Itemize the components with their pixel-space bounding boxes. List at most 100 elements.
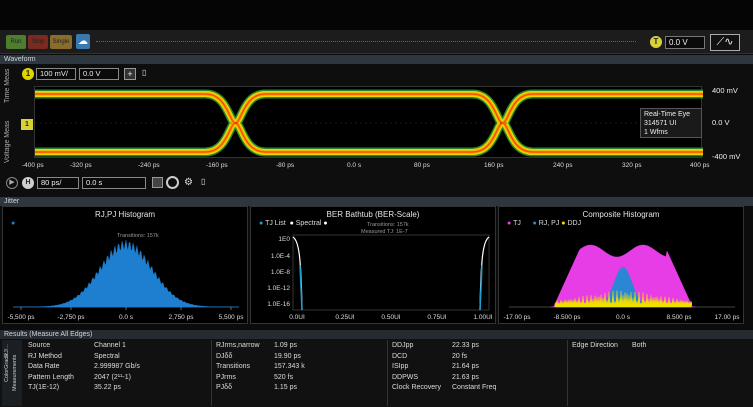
waveform-x-axis: -400 ps -320 ps -240 ps -160 ps -80 ps 0… [0, 162, 753, 172]
tab-time-meas[interactable]: Time Meas [4, 66, 18, 106]
results-row: Source Channel 1 [24, 342, 211, 353]
channel-ref-marker[interactable]: 1 [21, 119, 33, 130]
results-column: Source Channel 1 RJ Method Spectral Data Rat… [24, 340, 212, 406]
results-row: DCD 20 fs [388, 353, 567, 364]
eye-info-line: 1 Wfms [644, 129, 668, 136]
x-tick: -80 ps [276, 162, 295, 169]
results-row: DDPWS 21.63 ps [388, 374, 567, 385]
x-tick: 240 ps [553, 162, 573, 169]
trigger-level-input[interactable]: 0.0 V [665, 36, 705, 49]
results-key: RJrms,narrow [216, 342, 260, 349]
trigger-edge-icon[interactable]: ⟋∿ [710, 34, 740, 51]
results-value: 157.343 k [274, 363, 305, 370]
play-icon[interactable]: ▶ [6, 177, 18, 189]
results-key: RJ Method [28, 352, 62, 360]
results-value: 19.90 ps [274, 352, 301, 360]
results-table: Source Channel 1 RJ Method Spectral Data Rat… [24, 340, 750, 406]
vertical-scale-input[interactable]: 100 mV/ [36, 68, 76, 80]
stop-button[interactable]: Stop [28, 35, 48, 49]
y-tick-label: 1E0 [278, 236, 290, 243]
results-key: Pattern Length [28, 373, 74, 381]
rjpj-histogram-panel: RJ,PJ Histogram ● Transitions: 157k -5,5… [2, 206, 248, 324]
x-tick-label: 0.50UI [381, 314, 400, 321]
results-key: DDJpp [392, 342, 414, 349]
eye-info-line: Real-Time Eye [644, 111, 691, 118]
results-row: PJrms 520 fs [212, 374, 387, 385]
results-key: Source [28, 342, 51, 349]
stop-square-icon[interactable] [152, 177, 163, 188]
horizontal-scale-input[interactable]: 80 ps/ [37, 177, 79, 189]
eye-info-line: 314571 UI [644, 120, 677, 127]
results-value: 22.33 ps [452, 342, 479, 349]
results-row: DDJpp 22.33 ps [388, 342, 567, 353]
ber-bathtub-plot: 1E0 1.0E-4 1.0E-8 1.0E-12 1.0E-16 0.0UI 0.25UI… [267, 234, 493, 321]
y-tick-label: 1.0E-4 [271, 253, 291, 260]
x-tick: 320 ps [622, 162, 642, 169]
results-row: DJδδ 19.90 ps [212, 353, 387, 364]
results-row: Edge Direction Both [568, 342, 748, 353]
gear-icon[interactable]: ⚙ [184, 177, 196, 189]
add-button[interactable]: + [124, 68, 136, 80]
composite-histogram-plot: -17.00 ps -8.500 ps 0.0 s 8.500 ps 17.00 ps [503, 244, 741, 321]
tab-colorgrade[interactable]: ColorGrade [4, 354, 10, 382]
tab-measurements[interactable]: Measurements [12, 342, 18, 404]
results-key: DDPWS [392, 373, 419, 381]
copy-icon[interactable]: ▯ [142, 68, 152, 80]
results-value: 2.999987 Gb/s [94, 363, 140, 370]
trigger-icon[interactable]: T [650, 36, 662, 48]
bathtub-right-tj [479, 264, 483, 311]
bathtub-left-tj [299, 264, 303, 311]
acquisition-toolbar: Run Stop Single ☁ T 0.0 V ⟋∿ [0, 30, 753, 54]
results-key: TJ(1E-12) [28, 384, 60, 391]
vertical-offset-input[interactable]: 0.0 V [79, 68, 119, 80]
results-row: Clock Recovery Constant Freq [388, 384, 567, 395]
single-button[interactable]: Single [50, 35, 72, 49]
jitter-panel-header: Jitter [0, 197, 753, 206]
x-tick-label: 0.0 s [119, 314, 134, 321]
copy-icon[interactable]: ▯ [201, 177, 211, 189]
y-label-top: 400 mV [712, 86, 738, 95]
x-tick-label: 2,750 ps [169, 314, 195, 321]
x-tick: 80 ps [414, 162, 430, 169]
results-column: RJrms,narrow 1.09 ps DJδδ 19.90 ps Transitio… [212, 340, 388, 406]
results-row: RJ Method Spectral [24, 353, 211, 364]
rjpj-histogram-area [12, 240, 240, 308]
results-value: Channel 1 [94, 342, 126, 349]
horizontal-icon[interactable]: H [22, 177, 34, 189]
x-tick: 0.0 s [347, 162, 362, 169]
results-value: 1.15 ps [274, 384, 297, 391]
knob-icon[interactable] [166, 176, 179, 189]
results-key: Transitions [216, 363, 250, 370]
rjpj-histogram-plot: -5,500 ps -2,750 ps 0.0 s 2,750 ps 5,500 ps [7, 240, 244, 321]
x-tick-label: -5,500 ps [7, 314, 35, 321]
results-value: 35.22 ps [94, 384, 121, 391]
results-key: DJδδ [216, 352, 233, 360]
waveform-panel-header: Waveform [0, 55, 753, 64]
results-column: DDJpp 22.33 ps DCD 20 fs ISIpp 21.64 ps DDPWS 2… [388, 340, 568, 406]
toolbar-divider [96, 41, 636, 43]
results-panel-header: Results (Measure All Edges) [0, 330, 753, 339]
channel-icon[interactable]: 1 [22, 68, 34, 80]
cloud-icon[interactable]: ☁ [76, 34, 90, 49]
x-tick-label: 17.00 ps [715, 314, 741, 321]
results-value: Spectral [94, 352, 120, 360]
y-label-bottom: -400 mV [712, 152, 741, 161]
results-row: TJ(1E-12) 35.22 ps [24, 384, 211, 395]
y-label-mid: 0.0 V [712, 118, 730, 127]
horizontal-position-input[interactable]: 0.0 s [82, 177, 146, 189]
x-tick: 400 ps [690, 162, 710, 169]
results-key: Data Rate [28, 363, 60, 370]
x-tick-label: 0.75UI [427, 314, 446, 321]
results-column: Edge Direction Both [568, 340, 748, 406]
results-row: RJrms,narrow 1.09 ps [212, 342, 387, 353]
results-row: Pattern Length 2047 (2¹¹-1) [24, 374, 211, 385]
x-tick-label: 0.0UI [289, 314, 305, 321]
results-value: 21.63 ps [452, 373, 479, 381]
results-key: Clock Recovery [392, 384, 442, 391]
x-tick: -320 ps [70, 162, 92, 169]
y-tick-label: 1.0E-8 [271, 269, 291, 276]
jitter-panel-title: Jitter [4, 198, 20, 205]
ber-plot-frame [292, 234, 490, 311]
run-button[interactable]: Run [6, 35, 26, 49]
x-tick: 160 ps [484, 162, 504, 169]
